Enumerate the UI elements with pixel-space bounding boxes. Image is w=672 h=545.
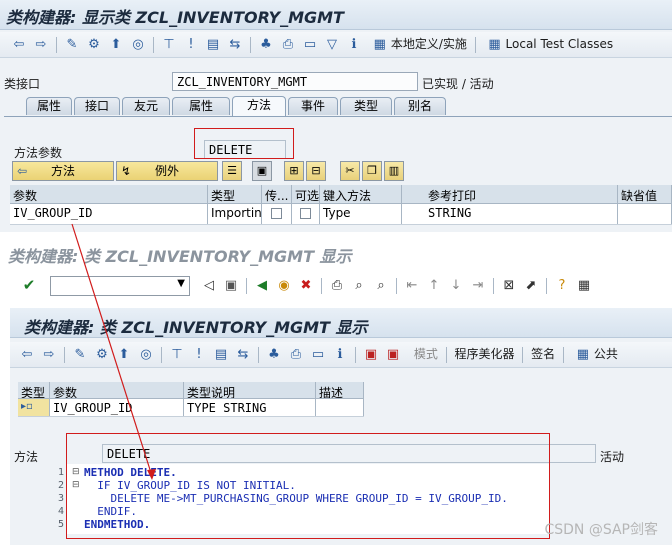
arrow-head <box>147 469 156 480</box>
arrow-line <box>71 223 153 477</box>
watermark-text: CSDN @SAP剑客 <box>544 522 658 538</box>
annotation-arrow <box>71 223 156 480</box>
